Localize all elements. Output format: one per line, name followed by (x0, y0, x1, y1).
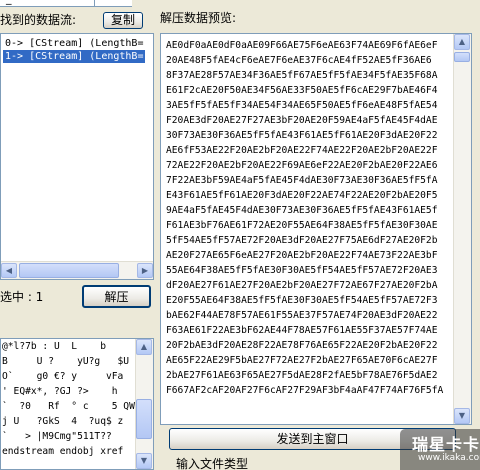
raw-text-line: j U ?GkS 4 ?uq$ z (2, 416, 124, 427)
raw-text-line: ` ?0 Rf ° c 5 QW (2, 401, 135, 412)
preview-text-line: E61F2cAE20F50AE34F56AE33F50AE5fF6cAE29F7… (166, 85, 438, 96)
preview-text-line: AE6fF53AE22F20AE2bF20AE22F74AE22F20AE2bF… (166, 145, 438, 156)
preview-text-line: 5fF54AE5fF57AE72F20AE3dF20AE27F75AE6dF27… (166, 235, 438, 246)
raw-stream-text-area[interactable]: @*l?7b : U L b B U ? yU?g $U O` g0 €? y … (0, 338, 154, 470)
top-input-fragment-text: _ (6, 0, 12, 5)
selected-index-label: 选中 : 1 (0, 290, 44, 304)
copy-button[interactable]: 复制 (103, 12, 143, 29)
preview-text-line: F20AE3dF20AE27F27AE3bF20AE20F59AE4aF5fAE… (166, 115, 438, 126)
scroll-down-arrow-icon[interactable]: ▼ (454, 408, 470, 424)
preview-text-line: 7F22AE3bF59AE4aF5fAE45F4dAE30F73AE30F36A… (166, 175, 438, 186)
preview-text-line: 3AE5fF5fAE5fF34AE54F34AE65F50AE5fF6eAE48… (166, 100, 438, 111)
preview-text-line: AE0dF0aAE0dF0aAE09F66AE75F6eAE63F74AE69F… (166, 40, 438, 51)
preview-text-line: 55AE64F38AE5fF5fAE30F30AE5fF54AE5fF57AE7… (166, 265, 438, 276)
raw-text-line: ' EQ#x*, ?GJ ?> h (2, 386, 118, 397)
raw-text-vertical-scrollbar[interactable]: ▲ ▼ (135, 339, 153, 469)
preview-label: 解压数据预览: (160, 11, 237, 25)
preview-text-line: 30F73AE30F36AE5fF5fAE43F61AE5fF61AE20F3d… (166, 130, 438, 141)
scroll-up-arrow-icon[interactable]: ▲ (454, 34, 470, 50)
preview-text-line: F61AE3bF76AE61F72AE20F55AE64F38AE5fF5fAE… (166, 220, 438, 231)
raw-text-line: B U ? yU?g $U (2, 356, 130, 367)
preview-text-line: 72AE22F20AE2bF20AE22F69AE6eF22AE20F2bAE2… (166, 160, 438, 171)
preview-text-line: F63AE61F22AE3bF62AE44F78AE57F61AE55F37AE… (166, 325, 438, 336)
pdf-stream-decompress-window: _ 找到的数据流: 复制 解压数据预览: 0-> [CStream] (Leng… (0, 0, 480, 470)
preview-text-line: 2bAE27F61AE63F65AE27F5dAE28F2fAE5bF78AE7… (166, 370, 438, 381)
stream-list-item[interactable]: 0-> [CStream] (LengthB= (3, 37, 145, 50)
raw-text-line: endstream endobj xref (2, 446, 124, 457)
preview-text-line: AE65F22AE29F5bAE27F72AE27F2bAE27F65AE70F… (166, 355, 438, 366)
scroll-left-arrow-icon[interactable]: ◀ (1, 263, 17, 278)
preview-text-line: 9AE4aF5fAE45F4dAE30F73AE30F36AE5fF5fAE43… (166, 205, 438, 216)
watermark-main-text: 瑞星卡卡 (412, 435, 480, 454)
raw-text-line: @*l?7b : U L b (2, 341, 106, 352)
stream-list-horizontal-scrollbar[interactable]: ◀ ▶ (1, 261, 153, 279)
scroll-down-arrow-icon[interactable]: ▼ (136, 453, 152, 469)
preview-text-line: E43F61AE5fF61AE20F3dAE20F22AE74F22AE20F2… (166, 190, 438, 201)
watermark-url-text: www.ikaka.com (418, 453, 480, 463)
preview-text-line: 8F37AE28F57AE34F36AE5fF67AE5fF5fAE34F5fA… (166, 70, 438, 81)
decompressed-preview-area[interactable]: AE0dF0aAE0dF0aAE09F66AE75F6eAE63F74AE69F… (160, 33, 472, 425)
scroll-right-arrow-icon[interactable]: ▶ (137, 263, 153, 278)
preview-text-line: 20AE48F5fAE4cF6eAE7F6eAE37F6cAE4fF52AE5f… (166, 55, 432, 66)
scrollbar-thumb[interactable] (454, 52, 470, 62)
scroll-up-arrow-icon[interactable]: ▲ (136, 339, 152, 355)
preview-text-line: E20F55AE64F38AE5fF5fAE30F30AE5fF54AE5fF5… (166, 295, 438, 306)
input-file-type-label: 输入文件类型 (176, 457, 249, 470)
preview-text-line: bAE62F44AE78F57AE61F55AE37F57AE74F20AE3d… (166, 310, 438, 321)
site-watermark-logo: 瑞星卡卡 www.ikaka.com (400, 429, 480, 470)
raw-text-line: O` g0 €? y vFa (2, 371, 124, 382)
raw-text-line: ` > |M9Cmg"511T?? (2, 431, 112, 442)
preview-text-line: 20F2bAE3dF20AE28F22AE78F76AE65F22AE20F2b… (166, 340, 438, 351)
found-streams-label: 找到的数据流: (0, 13, 77, 27)
preview-vertical-scrollbar[interactable]: ▲ ▼ (453, 34, 471, 424)
top-input-fragment: _ (0, 0, 132, 7)
preview-text-line: F667AF2cAF20AF27F6cAF27F29AF3bF4aAF47F74… (166, 385, 444, 396)
stream-list-item-selected[interactable]: 1-> [CStream] (LengthB= (3, 50, 146, 63)
scrollbar-thumb[interactable] (19, 263, 119, 278)
top-input-fragment-box (94, 0, 131, 6)
decompress-button[interactable]: 解压 (82, 285, 151, 308)
preview-text-line: AE20F27AE65F6eAE27F20AE2bF20AE22F74AE73F… (166, 250, 438, 261)
preview-text-line: dF20AE27F61AE27F20AE2bF20AE27F72AE67F27A… (166, 280, 438, 291)
scrollbar-thumb[interactable] (136, 399, 152, 439)
stream-list[interactable]: 0-> [CStream] (LengthB= 1-> [CStream] (L… (0, 33, 154, 280)
